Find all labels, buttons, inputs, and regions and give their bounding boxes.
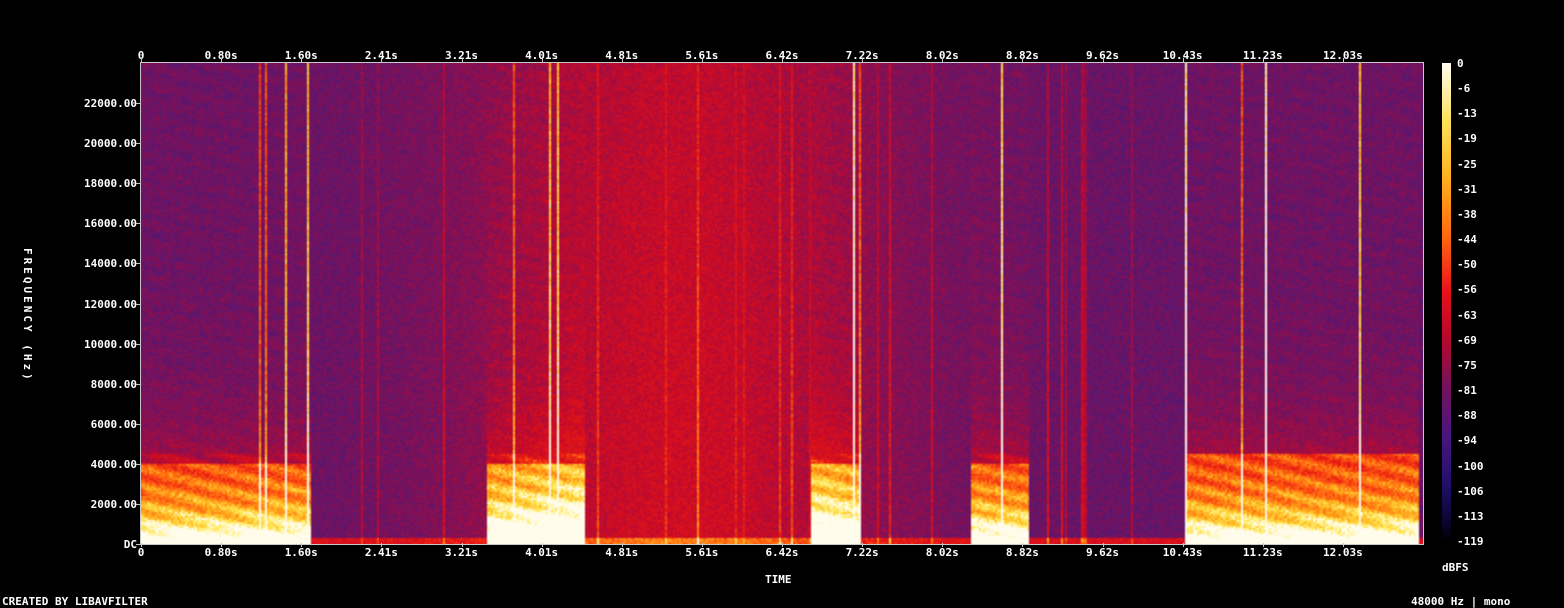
x-tick-top-mark [541,58,543,62]
x-tick-bottom-label: 10.43s [1162,546,1203,559]
y-tick-label: 12000.00 [84,297,137,311]
y-tick-label: 14000.00 [84,257,137,271]
footer-format: 48000 Hz | mono [1411,595,1511,608]
x-tick-bottom-label: 1.60s [284,546,318,559]
colorbar-tick-label: -94 [1457,434,1477,448]
colorbar-tick-label: -25 [1457,157,1477,171]
x-tick-top-mark [221,58,223,62]
colorbar-tick-label: -19 [1457,132,1477,146]
x-tick-bottom-mark [541,543,543,547]
x-tick-bottom-mark [621,543,623,547]
x-tick-bottom-mark [221,543,223,547]
y-tick-mark [136,464,140,465]
x-tick-bottom-mark [461,543,463,547]
colorbar-tick-label: -119 [1457,535,1484,548]
y-tick-mark [136,344,140,345]
colorbar-tick-label: -113 [1457,509,1484,523]
x-tick-bottom-label: 8.02s [925,546,959,559]
colorbar-tick-label: -56 [1457,283,1477,297]
x-tick-bottom-mark [1102,543,1104,547]
x-tick-bottom-mark [381,543,383,547]
x-tick-bottom-label: 4.81s [605,546,639,559]
x-tick-top-mark [621,58,623,62]
y-tick-mark [136,384,140,385]
y-tick-label: 18000.00 [84,177,137,191]
x-tick-bottom-mark [942,543,944,547]
colorbar-label: dBFS [1442,561,1469,574]
x-tick-bottom-mark [862,543,864,547]
footer-credit: CREATED BY LIBAVFILTER [2,595,148,608]
y-tick-label: 2000.00 [90,497,137,511]
x-axis-label: TIME [765,573,792,586]
colorbar-tick-label: -75 [1457,358,1477,372]
x-tick-bottom-label: 12.03s [1323,546,1363,559]
y-tick-mark [136,424,140,425]
x-tick-bottom-label: 11.23s [1242,546,1283,559]
x-tick-top-mark [1022,58,1024,62]
colorbar-tick-label: -13 [1457,107,1477,121]
x-tick-bottom-mark [1182,543,1184,547]
y-tick-mark [136,544,140,545]
x-tick-top-mark [461,58,463,62]
y-tick-label: 16000.00 [84,217,137,231]
x-tick-bottom-mark [1342,543,1344,547]
x-tick-top-mark [942,58,944,62]
x-tick-bottom-label: 0.80s [204,546,238,559]
x-tick-bottom-mark [141,543,142,547]
x-tick-top-mark [862,58,864,62]
x-tick-bottom-mark [1262,543,1264,547]
x-tick-top-mark [1342,58,1344,62]
colorbar-tick-label: -100 [1457,459,1484,473]
colorbar-tick-label: 0 [1457,57,1464,70]
x-tick-bottom-label: 9.62s [1085,546,1120,559]
x-tick-bottom-mark [701,543,703,547]
colorbar-tick-label: -44 [1457,233,1477,247]
y-axis-label: FREQUENCY (Hz) [21,248,34,383]
x-tick-bottom-mark [301,543,303,547]
y-tick-label: 8000.00 [90,377,137,391]
y-tick-mark [136,183,140,184]
x-tick-top-mark [1262,58,1264,62]
x-tick-bottom-label: 0 [137,546,145,559]
x-tick-top-mark [782,58,783,62]
spectrogram-plot [141,63,1423,544]
x-tick-top-mark [1102,58,1104,62]
x-tick-bottom-label: 8.82s [1005,546,1039,559]
x-tick-bottom-mark [1022,543,1024,547]
y-tick-label: 22000.00 [84,97,137,111]
y-tick-mark [136,103,140,104]
colorbar-tick-label: -6 [1457,82,1471,96]
x-tick-bottom-label: 7.22s [845,546,879,559]
y-tick-label: DC [123,538,137,551]
colorbar-tick-label: -81 [1457,384,1477,398]
x-tick-top-mark [381,58,383,62]
x-tick-bottom-label: 2.41s [364,546,398,559]
x-tick-bottom-mark [782,543,783,547]
x-tick-top-mark [301,58,303,62]
colorbar [1442,63,1451,541]
colorbar-tick-label: -50 [1457,258,1477,272]
colorbar-tick-label: -38 [1457,207,1477,221]
x-tick-top-mark [1182,58,1184,62]
x-tick-bottom-label: 3.21s [444,546,479,559]
y-tick-mark [136,263,140,264]
y-tick-mark [136,504,140,505]
colorbar-tick-label: -69 [1457,333,1477,347]
y-tick-label: 20000.00 [84,137,137,151]
y-tick-mark [136,143,140,144]
y-tick-label: 6000.00 [90,417,137,431]
colorbar-tick-label: -31 [1457,182,1477,196]
x-tick-top-mark [141,58,142,62]
y-tick-mark [136,304,140,305]
y-tick-mark [136,223,140,224]
x-tick-top-mark [701,58,703,62]
colorbar-tick-label: -106 [1457,484,1484,498]
x-tick-bottom-label: 5.61s [685,546,719,559]
colorbar-tick-label: -63 [1457,308,1477,322]
y-tick-label: 4000.00 [90,457,137,471]
x-tick-bottom-label: 6.42s [765,546,799,559]
colorbar-tick-label: -88 [1457,409,1477,423]
y-tick-label: 10000.00 [84,337,137,351]
x-tick-bottom-label: 4.01s [525,546,559,559]
